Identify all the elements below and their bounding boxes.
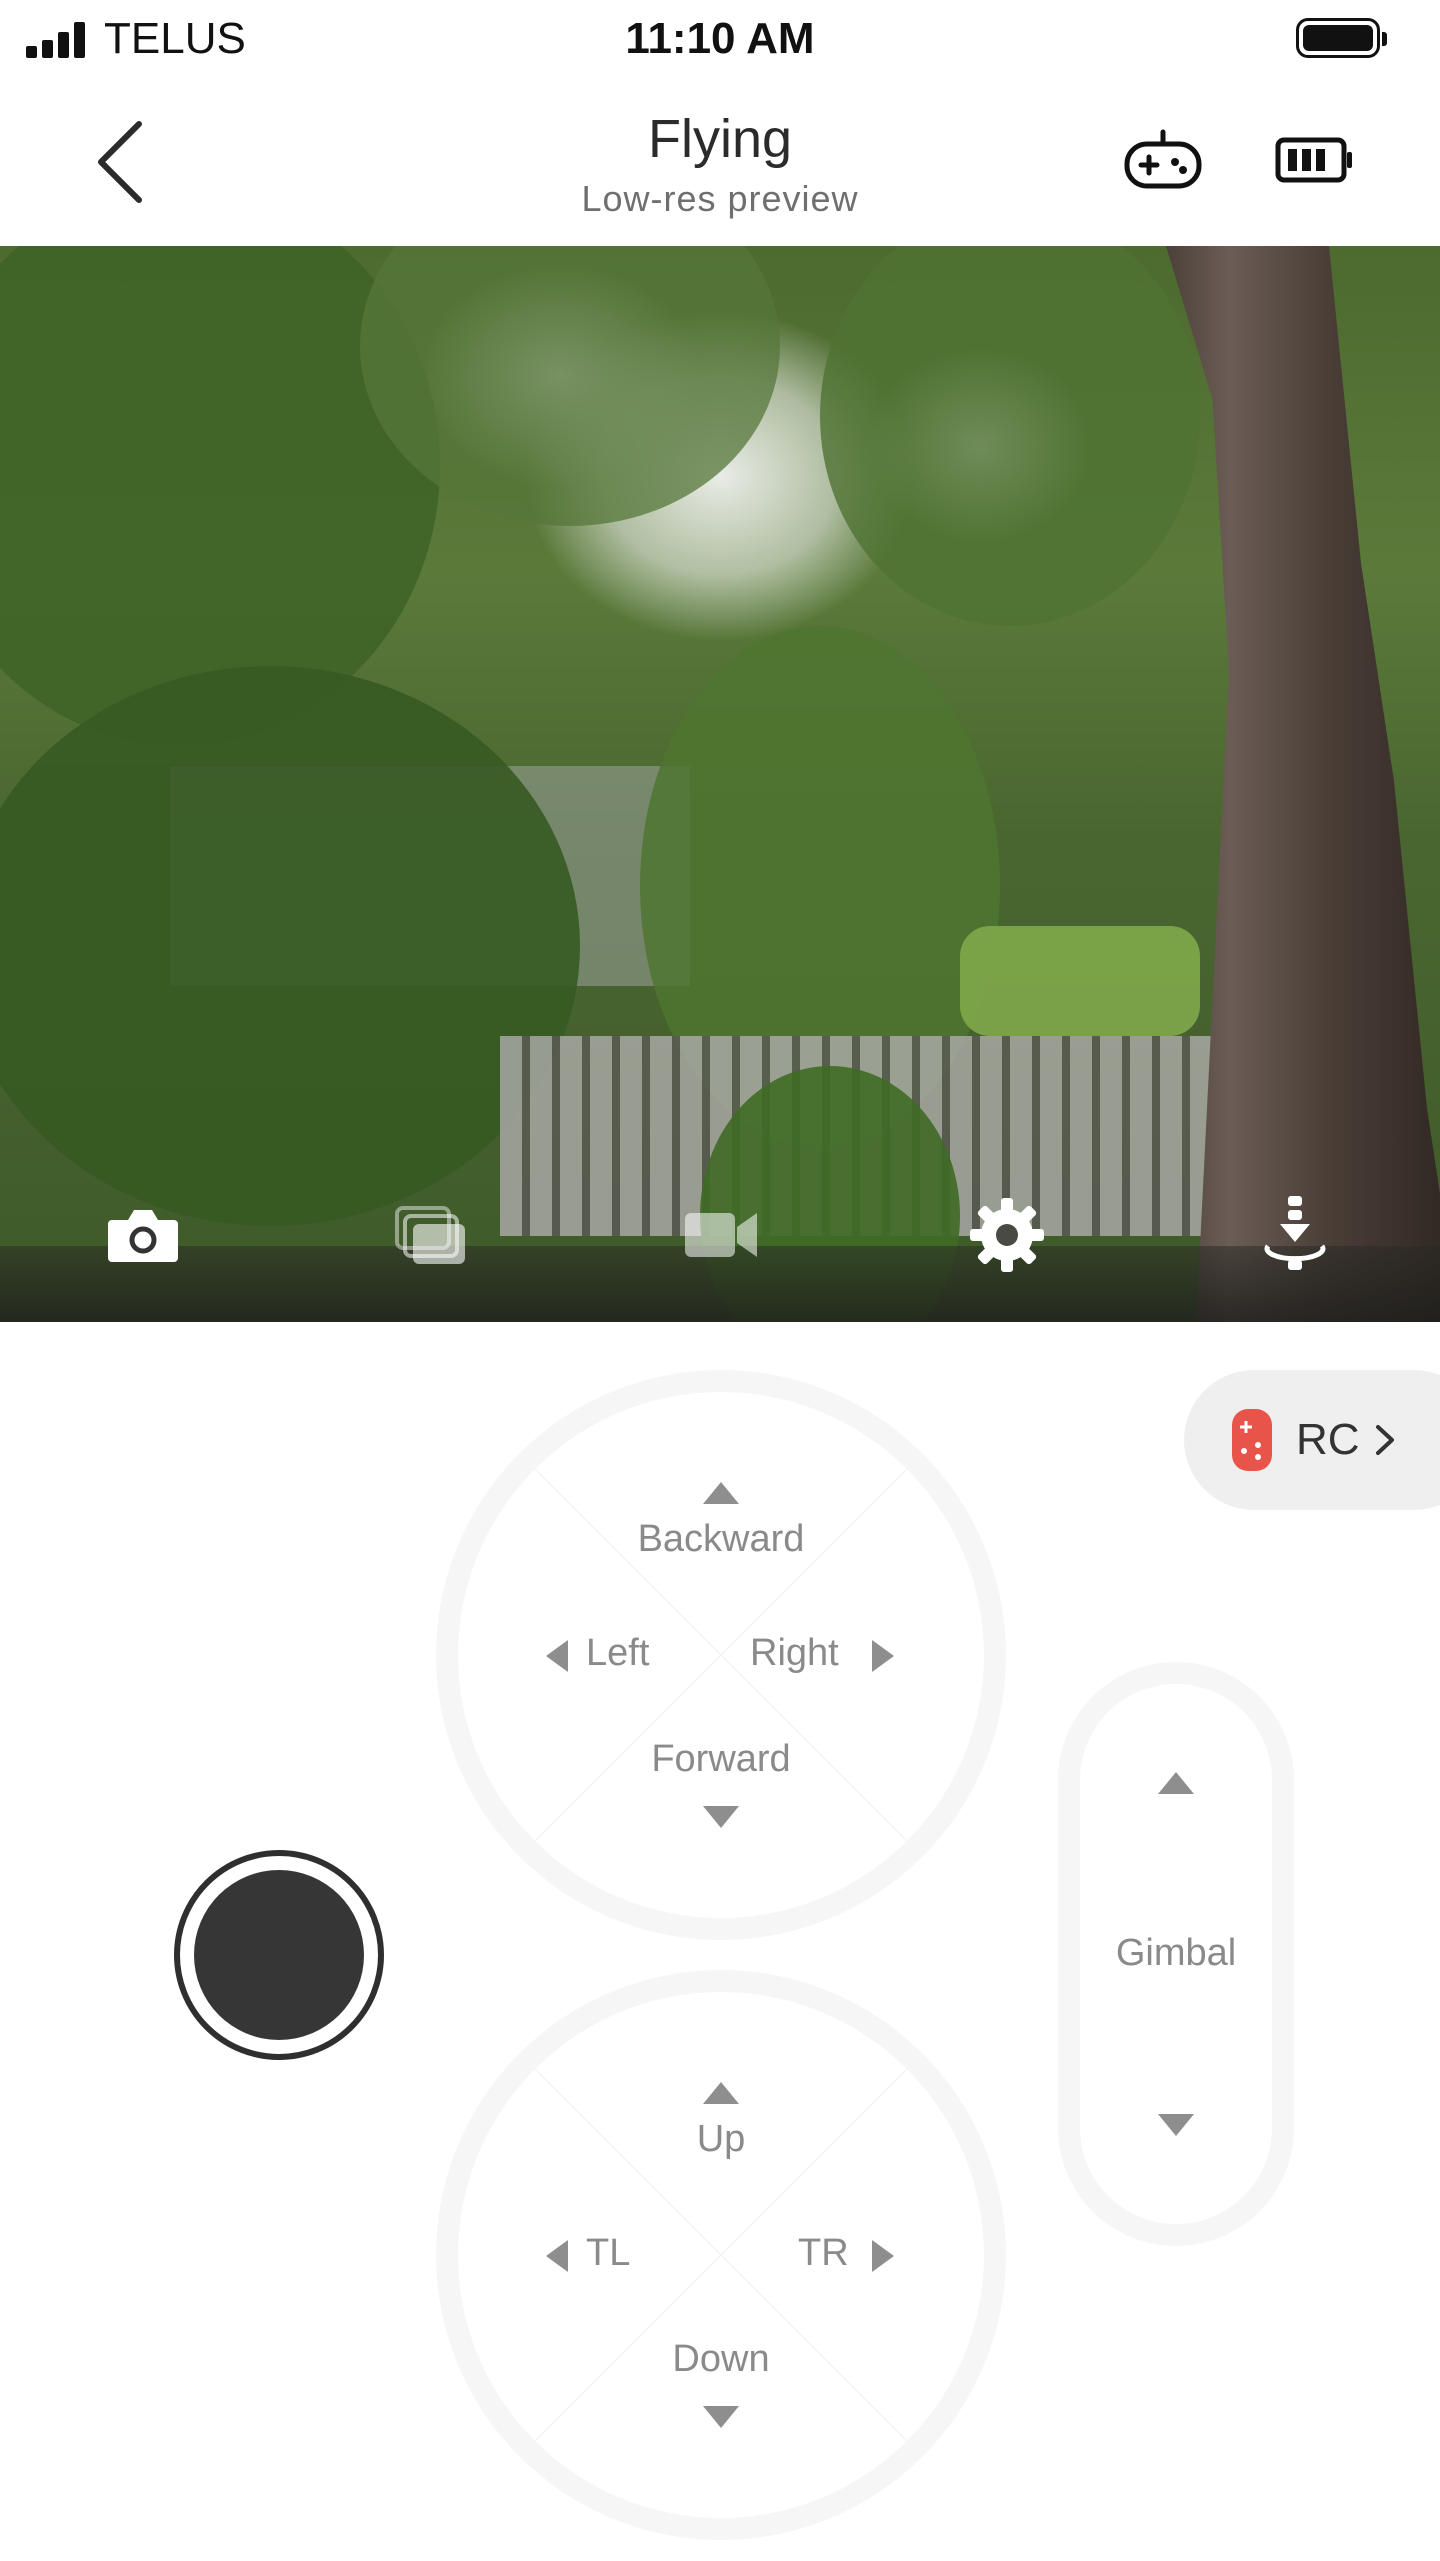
camera-icon (108, 1210, 178, 1262)
drone-battery-indicator[interactable] (1270, 120, 1360, 200)
left-label[interactable]: Left (586, 1632, 649, 1675)
gallery-button[interactable] (386, 1190, 476, 1280)
status-time: 11:10 AM (625, 14, 815, 63)
gimbal-slider[interactable]: Gimbal (1058, 1662, 1294, 2246)
gimbal-up-arrow-icon[interactable] (1158, 1772, 1194, 1794)
remote-controller-icon (1232, 1409, 1272, 1471)
down-label[interactable]: Down (436, 2338, 1006, 2381)
backward-label[interactable]: Backward (436, 1518, 1006, 1561)
video-mode-button[interactable] (676, 1190, 766, 1280)
video-icon (685, 1213, 757, 1257)
land-icon (1264, 1196, 1326, 1270)
up-label[interactable]: Up (436, 2118, 1006, 2161)
gimbal-label: Gimbal (1115, 1932, 1237, 1974)
land-button[interactable] (1250, 1190, 1340, 1280)
left-arrow-icon[interactable] (546, 1640, 568, 1672)
forward-label[interactable]: Forward (436, 1738, 1006, 1781)
right-label[interactable]: Right (750, 1632, 839, 1675)
altitude-joystick[interactable]: Up TL TR Down (436, 1970, 1006, 2540)
gamepad-button[interactable] (1118, 120, 1208, 200)
rc-label: RC (1296, 1415, 1360, 1464)
gallery-icon (395, 1206, 465, 1264)
photo-mode-button[interactable] (98, 1190, 188, 1280)
down-arrow-icon[interactable] (703, 2406, 739, 2428)
gimbal-down-arrow-icon[interactable] (1158, 2114, 1194, 2136)
gamepad-icon (1124, 129, 1202, 189)
turn-right-label[interactable]: TR (798, 2232, 849, 2275)
turn-left-label[interactable]: TL (586, 2232, 630, 2275)
movement-joystick[interactable]: Backward Left Right Forward (436, 1370, 1006, 1940)
right-arrow-icon[interactable] (872, 1640, 894, 1672)
turn-right-arrow-icon[interactable] (872, 2240, 894, 2272)
status-bar: TELUS 11:10 AM (0, 0, 1440, 80)
battery-icon (1275, 137, 1352, 183)
forward-arrow-icon[interactable] (703, 1806, 739, 1828)
rc-button[interactable]: RC (1184, 1370, 1440, 1510)
settings-icon (970, 1198, 1044, 1272)
backward-arrow-icon[interactable] (703, 1482, 739, 1504)
chevron-right-icon (1375, 1425, 1394, 1455)
up-arrow-icon[interactable] (703, 2082, 739, 2104)
phone-battery-icon (1296, 18, 1387, 58)
shutter-button[interactable] (174, 1850, 384, 2060)
top-bar: Flying Low-res preview (0, 80, 1440, 246)
turn-left-arrow-icon[interactable] (546, 2240, 568, 2272)
page-subtitle: Low-res preview (581, 178, 859, 219)
settings-button[interactable] (962, 1190, 1052, 1280)
page-title: Flying (647, 109, 793, 169)
camera-preview (0, 246, 1440, 1322)
